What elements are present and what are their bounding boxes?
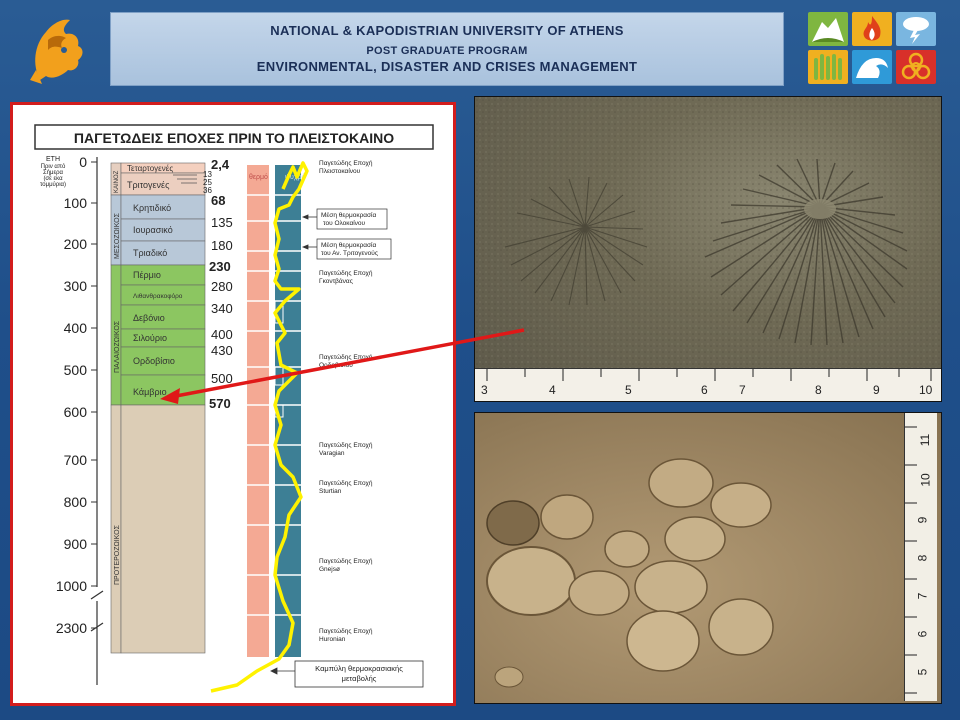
mudslide-icon (808, 12, 848, 46)
vruler-label-5: 5 (915, 668, 930, 676)
warm-band-label: θερμό (249, 173, 268, 181)
era-cenozoic: ΚΑΙΝΟΖ (114, 170, 120, 193)
annotation-varagian-2: Varagian (319, 450, 345, 457)
fossil-photo-discs: 5 6 7 8 9 10 11 (474, 412, 942, 704)
boundary-340: 340 (211, 301, 233, 316)
vruler-label-9: 9 (915, 516, 930, 524)
fire-icon (852, 12, 892, 46)
vruler-label-11: 11 (918, 433, 933, 447)
ruler-label-9: 9 (873, 383, 880, 397)
warm-band (247, 165, 271, 657)
ruler-label-7: 7 (739, 383, 746, 397)
period-cambrian: Κάμβριο (133, 387, 167, 397)
boundary-430: 430 (211, 343, 233, 358)
tick-800: 800 (64, 494, 88, 510)
ruler-label-4: 4 (549, 383, 556, 397)
tick-2300: 2300 (56, 620, 87, 636)
ice-ages-chart-panel: ΠΑΓΕΤΩΔΕΙΣ ΕΠΟΧΕΣ ΠΡΙΝ ΤΟ ΠΛΕΙΣΤΟΚΑΙΝΟ Ε… (10, 102, 456, 706)
program-title: ENVIRONMENTAL, DISASTER AND CRISES MANAG… (256, 59, 638, 74)
storm-icon (896, 12, 936, 46)
annotation-holocene-2: του Ολοκαίνου (323, 219, 366, 227)
period-devonian: Δεβόνιο (133, 313, 165, 323)
tick-500: 500 (64, 362, 88, 378)
period-tertiary: Τριτογενές (127, 180, 170, 190)
boundary-68: 68 (211, 193, 225, 208)
tick-300: 300 (64, 278, 88, 294)
axis-header-5: τομμύρια) (40, 182, 66, 188)
axis-header-1: ΕΤΗ (46, 156, 60, 163)
tick-700: 700 (64, 452, 88, 468)
boundary-230: 230 (209, 259, 231, 274)
period-triassic: Τριαδικό (133, 248, 167, 258)
flood-icon (808, 50, 848, 84)
vruler-label-8: 8 (915, 554, 930, 562)
annotation-holocene-1: Μέση θερμοκρασία (321, 211, 376, 219)
fossil-discs (486, 458, 774, 688)
boundary-2-4: 2,4 (211, 157, 230, 172)
ruler-label-10: 10 (919, 383, 933, 397)
university-logo (30, 19, 83, 84)
annotation-gondwana-1: Παγετώδης Εποχή (319, 269, 373, 277)
boundary-400: 400 (211, 327, 233, 342)
period-carboniferous: Λιθανθρακοφόρο (133, 292, 183, 300)
annotation-huronian-2: Huronian (319, 636, 346, 643)
tick-200: 200 (64, 236, 88, 252)
boundary-180: 180 (211, 238, 233, 253)
period-jurassic: Ιουρασικό (133, 225, 173, 235)
era-paleozoic: ΠΑΛΑΙΟΖΩΙΚΟΣ (114, 320, 121, 373)
ruler-label-5: 5 (625, 383, 632, 397)
ice-ages-chart: ΠΑΓΕΤΩΔΕΙΣ ΕΠΟΧΕΣ ΠΡΙΝ ΤΟ ΠΛΕΙΣΤΟΚΑΙΝΟ Ε… (34, 124, 434, 693)
tick-0: 0 (79, 154, 87, 170)
ruler-label-6: 6 (701, 383, 708, 397)
vruler-label-6: 6 (915, 630, 930, 638)
era-proterozoic: ΠΡΟΤΕΡΟΖΩΙΚΟΣ (114, 524, 121, 585)
boundary-570: 570 (209, 396, 231, 411)
period-cretaceous: Κρητιδικό (133, 203, 171, 213)
period-ordovician: Ορδοβίσιο (133, 356, 175, 366)
scale-ruler: 3 4 5 6 7 8 9 10 (475, 368, 941, 401)
annotation-ordovician-1: Παγετώδης Εποχή (319, 353, 373, 361)
annotation-varagian-1: Παγετώδης Εποχή (319, 441, 373, 449)
header-banner: NATIONAL & KAPODISTRIAN UNIVERSITY OF AT… (110, 12, 784, 86)
period-permian: Πέρμιο (133, 270, 161, 280)
boundary-500: 500 (211, 371, 233, 386)
tick-1000: 1000 (56, 578, 87, 594)
period-quaternary: Τεταρτογενές (127, 164, 173, 173)
annotation-huronian-1: Παγετώδης Εποχή (319, 627, 373, 635)
annotation-pleistocene-2: Πλειστοκαίνου (319, 167, 361, 175)
tick-600: 600 (64, 404, 88, 420)
annotation-gondwana-2: Γκοντβάνας (319, 277, 353, 285)
tick-900: 900 (64, 536, 88, 552)
chart-title: ΠΑΓΕΤΩΔΕΙΣ ΕΠΟΧΕΣ ΠΡΙΝ ΤΟ ΠΛΕΙΣΤΟΚΑΙΝΟ (74, 130, 394, 146)
axis-header-3: Σήμερα (43, 169, 64, 176)
annotation-tertiary-2: του Αν. Τριτογενούς (321, 249, 378, 257)
scale-ruler-vertical: 5 6 7 8 9 10 11 (904, 413, 937, 701)
program-label: POST GRADUATE PROGRAM (366, 45, 528, 57)
annotation-sturtian-2: Sturtian (319, 488, 342, 495)
boundary-280: 280 (211, 279, 233, 294)
annotation-gnejso-2: Gnejsø (319, 566, 340, 573)
curve-label-1: Καμπύλη θερμοκρασιακής (315, 664, 403, 673)
vruler-label-10: 10 (918, 473, 933, 487)
university-name: NATIONAL & KAPODISTRIAN UNIVERSITY OF AT… (270, 23, 624, 38)
period-silurian: Σιλούριο (133, 333, 167, 343)
fossil-photo-dickinsonia: 3 4 5 6 7 8 9 10 (474, 96, 942, 402)
ruler-label-3: 3 (481, 383, 488, 397)
annotation-sturtian-1: Παγετώδης Εποχή (319, 479, 373, 487)
biohazard-icon (896, 50, 936, 84)
era-mesozoic: ΜΕΣΟΖΩΙΚΟΣ (114, 212, 121, 259)
annotation-gnejso-1: Παγετώδης Εποχή (319, 557, 373, 565)
annotation-ordovician-2: Ορδοβισίου (319, 361, 353, 369)
boundary-135: 135 (211, 215, 233, 230)
annotation-tertiary-1: Μέση θερμοκρασία (321, 241, 376, 249)
curve-label-2: μεταβολής (342, 674, 377, 683)
vruler-label-7: 7 (915, 592, 930, 600)
axis-header-2: Πριν από (41, 163, 66, 170)
tick-100: 100 (64, 195, 88, 211)
tick-400: 400 (64, 320, 88, 336)
ruler-label-8: 8 (815, 383, 822, 397)
tsunami-icon (852, 50, 892, 84)
annotation-pleistocene-1: Παγετώδης Εποχή (319, 159, 373, 167)
